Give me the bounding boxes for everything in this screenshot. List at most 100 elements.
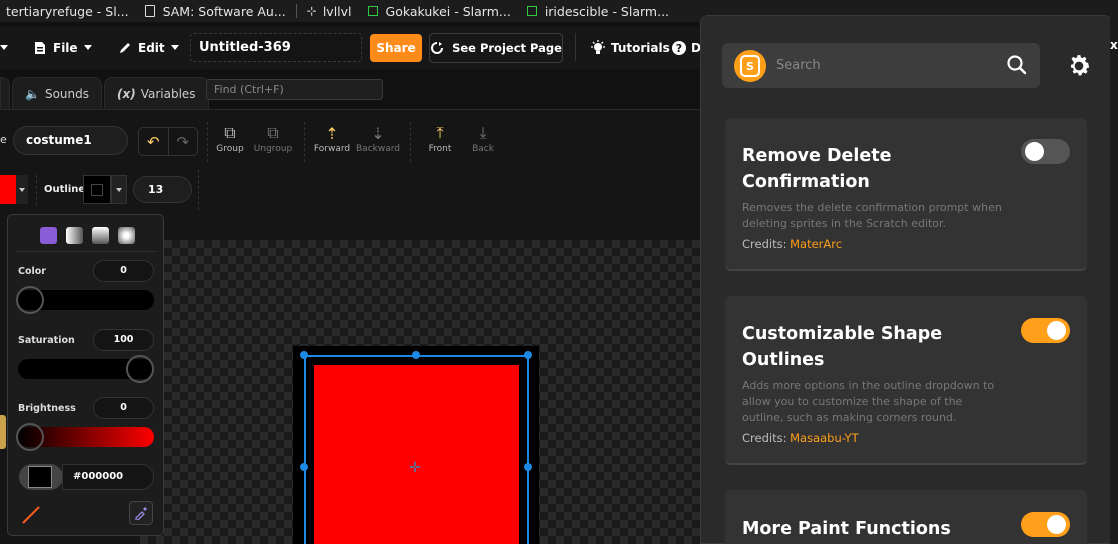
credits-prefix: Credits:	[742, 237, 787, 251]
tab-sounds-label: Sounds	[44, 86, 89, 101]
panel-scrollbar[interactable]	[1110, 15, 1118, 544]
outline-dropdown[interactable]	[111, 175, 127, 204]
addon-card-more-paint-functions: More Paint Functions	[725, 490, 1087, 544]
resize-handle[interactable]	[524, 463, 532, 471]
tutorials-button[interactable]: Tutorials	[590, 26, 670, 69]
ungroup-icon: ⧉	[267, 123, 279, 142]
addon-toggle[interactable]	[1021, 512, 1070, 537]
toolbar-separator	[198, 170, 199, 210]
toolbar-separator	[304, 122, 305, 162]
toolbar-separator	[36, 175, 37, 205]
addon-card-customizable-shape-outlines: Customizable Shape Outlines Adds more op…	[725, 296, 1087, 465]
saturation-value[interactable]: 100	[93, 329, 154, 351]
debug-button[interactable]: ? D	[670, 26, 701, 69]
find-input[interactable]: Find (Ctrl+F)	[206, 79, 383, 100]
bookmark-sam[interactable]: SAM: Software Au...	[139, 0, 292, 22]
ungroup-button[interactable]: ⧉ Ungroup	[248, 122, 298, 154]
debug-icon: ?	[672, 40, 686, 55]
redo-button[interactable]: ↷	[169, 128, 198, 155]
forward-label: Forward	[313, 144, 351, 154]
horizontal-gradient-option[interactable]	[66, 227, 83, 244]
color-popover: Color 0 Saturation 100 Brightness 0 #000…	[7, 214, 164, 536]
backward-button[interactable]: ⇣ Backward	[353, 122, 403, 155]
bookmark-gokakukei[interactable]: Gokakukei - Slarm...	[362, 0, 517, 22]
forward-icon: ⇡	[325, 123, 339, 143]
color-value[interactable]: 0	[93, 260, 154, 282]
costume-label: e	[0, 133, 7, 146]
undo-button[interactable]: ↶	[139, 128, 169, 155]
addon-card-title: Customizable Shape Outlines	[742, 324, 943, 370]
addon-toggle[interactable]	[1021, 139, 1070, 164]
bookmark-label: iridescible - Slarm...	[544, 3, 670, 19]
no-fill-icon[interactable]	[19, 503, 43, 527]
resize-handle[interactable]	[300, 351, 308, 359]
bookmark-label: SAM: Software Au...	[162, 3, 286, 19]
bookmark-lvllvl[interactable]: ⊹ lvllvl	[301, 0, 358, 22]
undo-redo-group: ↶ ↷	[138, 127, 198, 156]
forward-button[interactable]: ⇡ Forward	[307, 122, 357, 155]
addon-card-description: Removes the delete confirmation prompt w…	[742, 201, 1002, 230]
front-icon: ⤒	[436, 123, 444, 142]
addon-toggle[interactable]	[1021, 318, 1070, 343]
saturation-slider-knob[interactable]	[126, 355, 154, 383]
radial-gradient-option[interactable]	[118, 227, 135, 244]
backward-icon: ⇣	[371, 123, 385, 143]
solid-fill-option[interactable]	[40, 227, 57, 244]
caret-icon	[83, 45, 92, 50]
tab-costumes[interactable]	[0, 77, 10, 109]
resize-handle[interactable]	[524, 351, 532, 359]
addon-logo-icon: S	[734, 50, 766, 82]
back-icon: ⤓	[479, 123, 487, 142]
addon-search-input[interactable]: Search	[776, 55, 996, 77]
square-icon	[367, 6, 378, 16]
outline-color-swatch[interactable]	[83, 175, 111, 204]
bookmark-iridescible[interactable]: iridescible - Slarm...	[521, 0, 675, 22]
credit-link[interactable]: Masaabu-YT	[790, 431, 858, 445]
brightness-value[interactable]: 0	[93, 397, 154, 419]
resize-handle[interactable]	[412, 351, 420, 359]
tab-variables[interactable]: (x) Variables	[104, 77, 209, 109]
addon-card-title: Remove Delete Confirmation	[742, 146, 892, 192]
addon-card-title: More Paint Functions	[742, 519, 951, 539]
project-title-input[interactable]: Untitled-369	[190, 33, 362, 62]
file-icon	[35, 41, 45, 54]
eyedropper-button[interactable]	[129, 501, 153, 525]
credit-link[interactable]: MaterArc	[790, 237, 842, 251]
speaker-icon: 🔈	[25, 86, 40, 101]
costume-name-input[interactable]: costume1	[13, 126, 128, 155]
color-slider-knob[interactable]	[16, 286, 44, 314]
group-icon: ⧉	[224, 123, 236, 142]
edit-menu[interactable]: Edit	[118, 26, 179, 69]
edit-menu-label: Edit	[138, 40, 165, 55]
close-icon[interactable]: x	[1110, 38, 1118, 52]
menu-collapsed-caret[interactable]	[0, 26, 8, 69]
fill-dropdown[interactable]	[16, 175, 28, 204]
back-button[interactable]: ⤓ Back	[458, 122, 508, 154]
see-project-page-button[interactable]: See Project Page	[429, 33, 563, 63]
bookmark-tertiaryrefuge[interactable]: tertiaryrefuge - Sl...	[0, 0, 135, 22]
fill-color-swatch[interactable]	[0, 175, 16, 204]
hex-input[interactable]: #000000	[62, 464, 154, 490]
file-menu-label: File	[53, 40, 78, 55]
gear-icon[interactable]	[1066, 53, 1092, 79]
menu-divider	[575, 33, 576, 61]
pencil-icon	[120, 42, 130, 53]
addon-card-description: Adds more options in the outline dropdow…	[742, 379, 995, 424]
outline-size-input[interactable]: 13	[133, 176, 192, 203]
brightness-slider-knob[interactable]	[16, 423, 44, 451]
logo-letter: S	[740, 55, 760, 77]
side-tab[interactable]	[0, 415, 6, 449]
resize-handle[interactable]	[300, 463, 308, 471]
tab-sounds[interactable]: 🔈 Sounds	[12, 77, 102, 109]
search-icon[interactable]	[1006, 54, 1028, 76]
color-preview-toggle[interactable]	[19, 464, 63, 490]
see-project-label: See Project Page	[452, 41, 562, 55]
addon-card-credits: Credits: MaterArc	[742, 237, 842, 251]
bookmark-label: lvllvl	[322, 3, 352, 19]
share-button[interactable]: Share	[370, 34, 422, 62]
ungroup-label: Ungroup	[253, 144, 293, 154]
bookmark-label: tertiaryrefuge - Sl...	[6, 3, 129, 19]
vertical-gradient-option[interactable]	[92, 227, 109, 244]
file-menu[interactable]: File	[33, 26, 92, 69]
grid-icon: ⊹	[306, 4, 317, 18]
